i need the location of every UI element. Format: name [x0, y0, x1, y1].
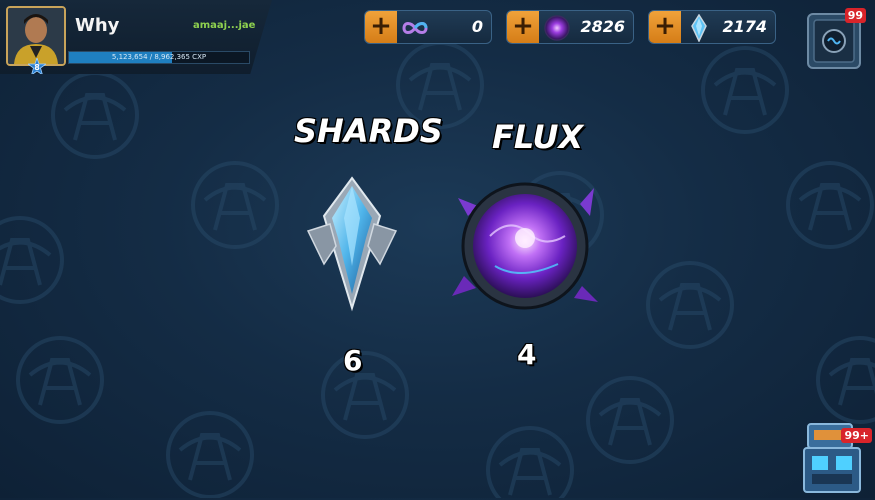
player-panel[interactable]: 8 Why amaaj...jae 5,123,654 / 8,962,365 …: [0, 0, 272, 74]
loot-chest-button[interactable]: 99+: [800, 420, 872, 496]
currency-value: 2174: [722, 17, 767, 36]
currency-pill-flux: + 2826: [506, 10, 634, 44]
currency-value: 0: [471, 17, 483, 36]
currency-value: 2826: [580, 17, 625, 36]
player-tag: amaaj...jae: [193, 20, 256, 31]
infinity-icon: [402, 22, 428, 34]
player-level: 8: [34, 62, 40, 72]
plus-icon: +: [654, 11, 676, 41]
xp-progress-bar: 5,123,654 / 8,962,365 CXP: [68, 51, 250, 64]
player-name: Why: [75, 15, 120, 36]
currency-pill-infinity: + 0: [364, 10, 492, 44]
shard-crystal-icon: [691, 14, 707, 42]
player-avatar[interactable]: [6, 6, 66, 66]
avatar-portrait-icon: [8, 8, 64, 64]
chest-notification-badge: 99: [844, 8, 866, 23]
flux-count: 4: [517, 338, 537, 371]
add-infinity-button[interactable]: +: [365, 11, 397, 43]
flux-orb-large-icon: [452, 182, 598, 310]
plus-icon: +: [512, 11, 534, 41]
shards-title: SHARDS: [294, 112, 443, 150]
player-level-badge: 8: [26, 56, 48, 74]
add-flux-button[interactable]: +: [507, 11, 539, 43]
currency-pill-shards: + 2174: [648, 10, 776, 44]
shards-crystal-icon: [306, 176, 398, 312]
plus-icon: +: [370, 11, 392, 41]
shards-count: 6: [343, 344, 363, 377]
chest-notification-badge: 99+: [841, 428, 872, 443]
vault-chest-button[interactable]: 99: [806, 8, 866, 70]
add-shards-button[interactable]: +: [649, 11, 681, 43]
background-emblem-pattern: [0, 41, 875, 498]
flux-title: FLUX: [492, 118, 584, 156]
xp-text: 5,123,654 / 8,962,365 CXP: [111, 53, 207, 61]
flux-orb-icon: [544, 15, 570, 41]
